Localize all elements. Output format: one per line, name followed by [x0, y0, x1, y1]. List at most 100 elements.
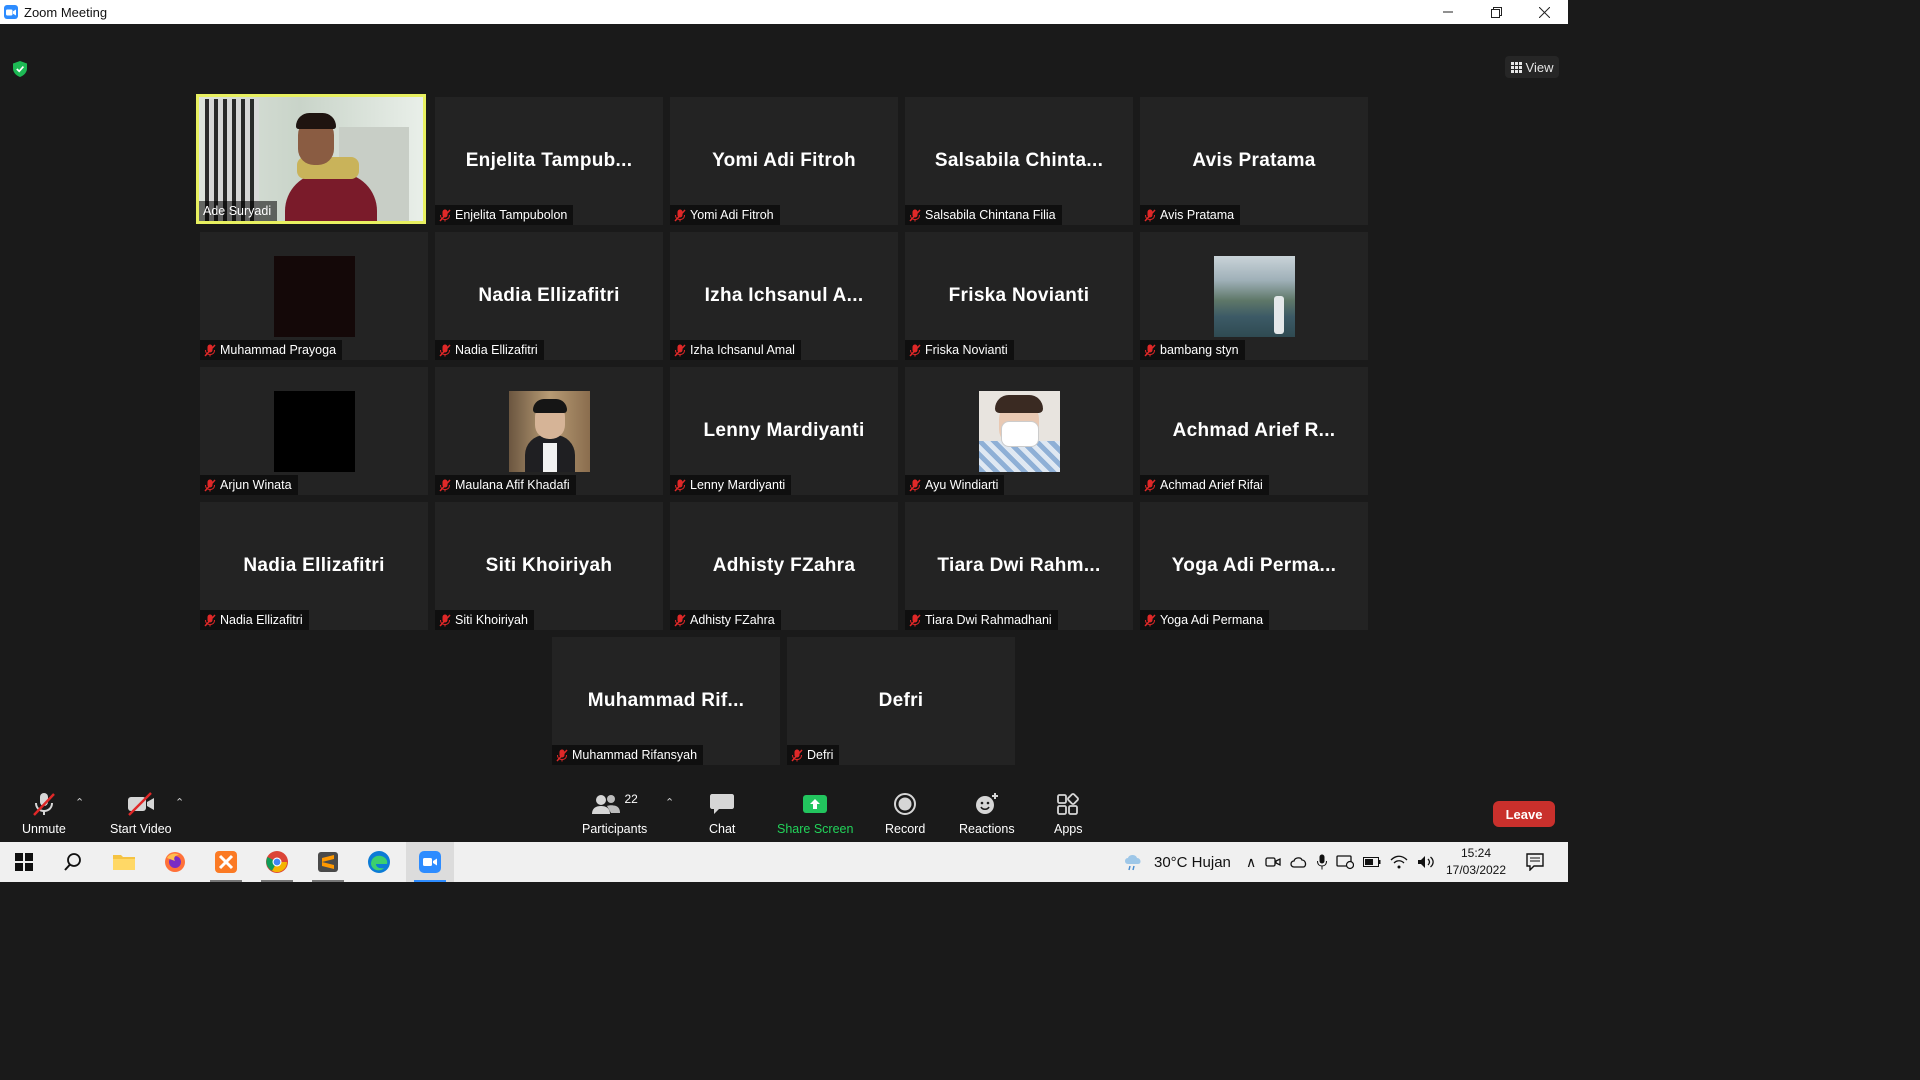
participant-tile[interactable]: bambang styn: [1140, 232, 1368, 360]
participant-tile[interactable]: Defri Defri: [787, 637, 1015, 765]
profile-picture: [1214, 256, 1295, 337]
weather-text: 30°C Hujan: [1154, 853, 1231, 871]
participant-tile[interactable]: Friska Novianti Friska Novianti: [905, 232, 1133, 360]
edge-icon: [368, 851, 390, 873]
window-title: Zoom Meeting: [24, 4, 108, 20]
participant-tile[interactable]: Enjelita Tampub... Enjelita Tampubolon: [435, 97, 663, 225]
zoom-icon: [419, 851, 441, 873]
participant-tile[interactable]: Achmad Arief R... Achmad Arief Rifai: [1140, 367, 1368, 495]
participant-name-label: bambang styn: [1140, 340, 1245, 360]
leave-button[interactable]: Leave: [1493, 801, 1555, 827]
taskbar-chrome[interactable]: [253, 842, 301, 882]
taskbar-zoom[interactable]: [406, 842, 454, 882]
unmute-button[interactable]: Unmute: [22, 790, 66, 836]
speaker-volume-icon[interactable]: [1417, 855, 1435, 869]
profile-picture: [274, 391, 355, 472]
weather-widget[interactable]: 30°C Hujan: [1122, 842, 1231, 882]
participant-tile[interactable]: Ayu Windiarti: [905, 367, 1133, 495]
chrome-icon: [266, 851, 288, 873]
participant-tile[interactable]: Lenny Mardiyanti Lenny Mardiyanti: [670, 367, 898, 495]
participant-tile[interactable]: Yomi Adi Fitroh Yomi Adi Fitroh: [670, 97, 898, 225]
video-tile-active-speaker[interactable]: Ade Suryadi: [196, 94, 426, 224]
restore-button[interactable]: [1472, 0, 1520, 24]
taskbar-xampp[interactable]: [202, 842, 250, 882]
wifi-icon[interactable]: [1390, 855, 1408, 869]
mic-muted-icon: [909, 613, 921, 627]
participant-tile[interactable]: Izha Ichsanul A... Izha Ichsanul Amal: [670, 232, 898, 360]
record-button[interactable]: Record: [885, 790, 925, 836]
participants-options-caret-icon[interactable]: ⌃: [665, 796, 674, 809]
mic-muted-icon: [674, 208, 686, 222]
minimize-button[interactable]: [1424, 0, 1472, 24]
start-button[interactable]: [0, 842, 48, 882]
participant-tile[interactable]: Salsabila Chinta... Salsabila Chintana F…: [905, 97, 1133, 225]
participant-name-label: Arjun Winata: [200, 475, 298, 495]
participants-count: 22: [624, 792, 638, 806]
clock-date: 17/03/2022: [1445, 863, 1507, 877]
participant-name-label: Salsabila Chintana Filia: [905, 205, 1062, 225]
view-button[interactable]: View: [1505, 56, 1559, 78]
participant-tile[interactable]: Arjun Winata: [200, 367, 428, 495]
show-hidden-icons-chevron-icon[interactable]: ∧: [1246, 854, 1256, 871]
video-options-caret-icon[interactable]: ⌃: [175, 796, 184, 809]
mic-muted-icon: [1144, 478, 1156, 492]
meeting-toolbar: Unmute ⌃ Start Video ⌃ 22 Participants ⌃…: [0, 786, 1568, 842]
start-video-button[interactable]: Start Video: [110, 790, 172, 836]
taskbar-file-explorer[interactable]: [100, 842, 148, 882]
windows-taskbar: 30°C Hujan ∧ 15:24 17/03/2022: [0, 842, 1568, 882]
participant-name-label: Yomi Adi Fitroh: [670, 205, 780, 225]
participant-tile[interactable]: Avis Pratama Avis Pratama: [1140, 97, 1368, 225]
xampp-icon: [215, 851, 237, 873]
view-label: View: [1525, 59, 1554, 75]
share-screen-button[interactable]: Share Screen: [777, 790, 853, 836]
mic-muted-icon: [439, 613, 451, 627]
display-settings-icon[interactable]: [1336, 854, 1355, 870]
notifications-button[interactable]: [1511, 842, 1559, 882]
participant-tile[interactable]: Nadia Ellizafitri Nadia Ellizafitri: [435, 232, 663, 360]
mic-muted-icon: [1144, 208, 1156, 222]
search-icon: [64, 853, 81, 871]
participant-name-label: Ayu Windiarti: [905, 475, 1005, 495]
mic-muted-icon: [204, 478, 216, 492]
reactions-button[interactable]: Reactions: [959, 790, 1015, 836]
profile-picture: [979, 391, 1060, 472]
participant-name-label: Maulana Afif Khadafi: [435, 475, 576, 495]
sublime-text-icon: [318, 852, 338, 872]
chat-button[interactable]: Chat: [709, 790, 735, 836]
taskbar-clock[interactable]: 15:24 17/03/2022: [1440, 845, 1512, 879]
audio-options-caret-icon[interactable]: ⌃: [75, 796, 84, 809]
participants-button[interactable]: 22 Participants: [582, 790, 647, 836]
battery-icon[interactable]: [1363, 857, 1381, 867]
participant-name-label: Ade Suryadi: [199, 201, 278, 221]
weather-rain-icon: [1125, 855, 1141, 871]
onedrive-cloud-icon[interactable]: [1290, 856, 1308, 868]
participant-tile[interactable]: Muhammad Rif... Muhammad Rifansyah: [552, 637, 780, 765]
grid-icon: [1510, 61, 1522, 73]
participant-tile[interactable]: Tiara Dwi Rahm... Tiara Dwi Rahmadhani: [905, 502, 1133, 630]
participant-tile[interactable]: Nadia Ellizafitri Nadia Ellizafitri: [200, 502, 428, 630]
record-icon: [894, 793, 917, 815]
mic-muted-icon: [556, 748, 568, 762]
apps-button[interactable]: Apps: [1054, 790, 1083, 836]
security-shield-icon[interactable]: [13, 61, 27, 82]
search-button[interactable]: [49, 842, 97, 882]
close-button[interactable]: [1520, 0, 1568, 24]
taskbar-edge[interactable]: [355, 842, 403, 882]
participant-tile[interactable]: Maulana Afif Khadafi: [435, 367, 663, 495]
participant-name-label: Achmad Arief Rifai: [1140, 475, 1269, 495]
microphone-icon[interactable]: [1317, 854, 1328, 870]
zoom-app-icon: [4, 5, 18, 19]
mic-muted-icon: [439, 478, 451, 492]
meet-now-icon[interactable]: [1265, 855, 1281, 869]
participant-name-label: Yoga Adi Permana: [1140, 610, 1270, 630]
participant-tile[interactable]: Yoga Adi Perma... Yoga Adi Permana: [1140, 502, 1368, 630]
meeting-stage: View Ade Suryadi Enjelita Tampub... Enje…: [0, 24, 1568, 786]
mic-muted-icon: [439, 343, 451, 357]
taskbar-sublime-text[interactable]: [304, 842, 352, 882]
participant-tile[interactable]: Siti Khoiriyah Siti Khoiriyah: [435, 502, 663, 630]
participant-tile[interactable]: Adhisty FZahra Adhisty FZahra: [670, 502, 898, 630]
system-tray: ∧: [1246, 842, 1435, 882]
participant-tile[interactable]: Muhammad Prayoga: [200, 232, 428, 360]
video-off-icon: [127, 792, 154, 816]
taskbar-firefox[interactable]: [151, 842, 199, 882]
